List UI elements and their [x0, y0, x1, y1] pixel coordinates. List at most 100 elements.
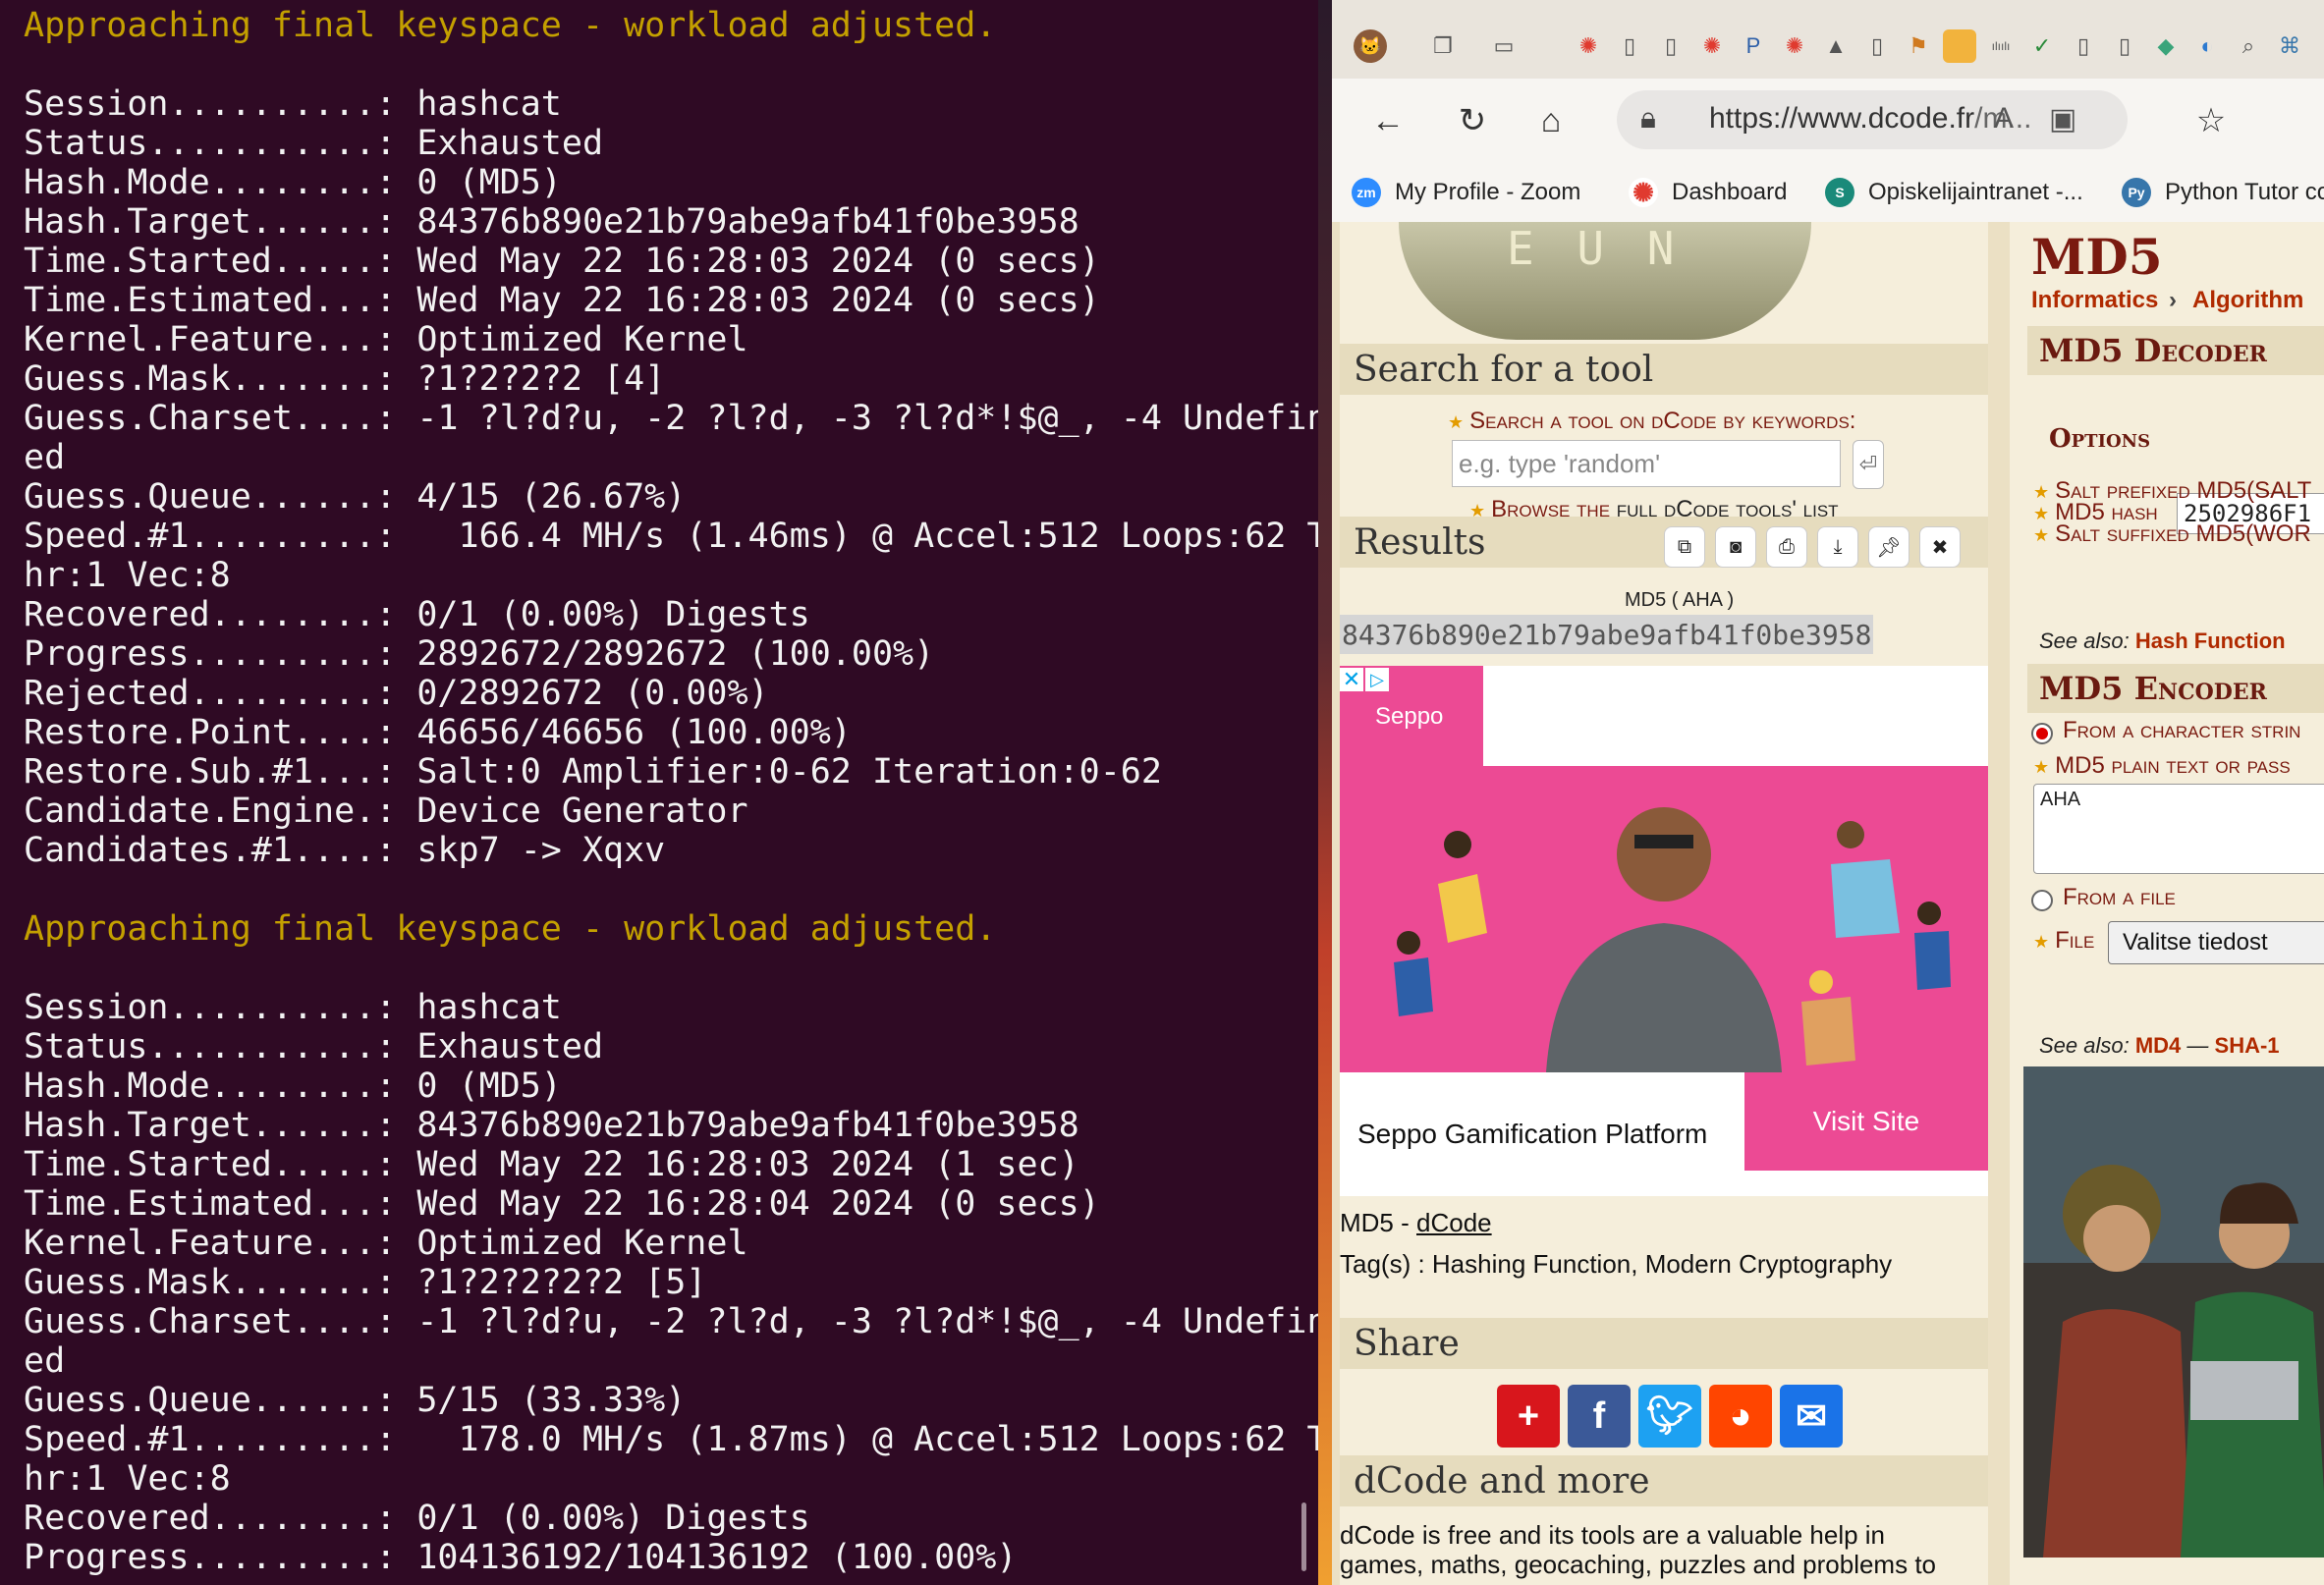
tab-favicon-dashboard-icon[interactable]: ✺ [1695, 29, 1729, 63]
tab-favicon-p-icon[interactable]: P [1737, 29, 1770, 63]
from-string-label[interactable]: From a character strin [2063, 717, 2300, 744]
tab-favicon-diamond-icon[interactable]: ◆ [2149, 29, 2183, 63]
more-section-header: dCode and more [1340, 1455, 1988, 1506]
ad-choices-icon[interactable]: ▷ [1365, 668, 1389, 691]
terminal-line: Guess.Queue......: 5/15 (33.33%) [24, 1381, 687, 1420]
twitter-icon[interactable]: 🐦︎ [1638, 1385, 1701, 1448]
from-file-radio[interactable] [2031, 890, 2053, 911]
from-string-radio[interactable] [2031, 723, 2053, 744]
breadcrumb-informatics[interactable]: Informatics [2031, 287, 2158, 314]
terminal-window[interactable]: Approaching final keyspace - workload ad… [0, 0, 1318, 1585]
favorite-label: Dashboard [1672, 179, 1788, 205]
tab-favicon-flag-icon[interactable]: ⚑ [1902, 29, 1935, 63]
tab-favicon-document-icon[interactable]: ▯ [2108, 29, 2141, 63]
from-file-label[interactable]: From a file [2063, 884, 2176, 911]
tab-favicon-document-icon[interactable]: ▯ [1860, 29, 1894, 63]
star-icon: ★ [2033, 482, 2050, 502]
search-section-header: Search for a tool [1340, 344, 1988, 395]
terminal-line: Status...........: Exhausted [24, 1027, 604, 1066]
terminal-line: Candidates.#1....: skp7 -> Xqxv [24, 831, 666, 870]
favorite-intranet[interactable]: S Opiskelijaintranet -... [1825, 175, 2083, 210]
plain-text-label: MD5 plain text or pass [2055, 752, 2291, 779]
screenshot-icon[interactable]: ◙ [1715, 526, 1756, 568]
tab-favicon-triangle-icon[interactable]: ▲ [1819, 29, 1853, 63]
ad-image[interactable] [1340, 766, 1988, 1072]
plain-text-textarea[interactable]: AHA [2033, 784, 2324, 874]
refresh-icon[interactable]: ↻ [1448, 96, 1497, 145]
advertisement[interactable]: ✕ ▷ Seppo Seppo Gamification Platform Vi… [1340, 666, 1988, 1196]
terminal-line: Rejected.........: 0/2892672 (0.00%) [24, 674, 769, 713]
ad-header: ✕ ▷ Seppo [1340, 666, 1483, 766]
page-content: E U N Search for a tool ★ Search a tool o… [1332, 222, 2324, 1585]
reddit-icon[interactable]: ◕ [1709, 1385, 1772, 1448]
star-icon: ★ [1448, 412, 1465, 432]
pin-icon[interactable]: 📌︎ [1868, 526, 1909, 568]
tab-favicon-dashboard-icon[interactable]: ✺ [1572, 29, 1605, 63]
result-hash[interactable]: 84376b890e21b79abe9afb41f0be3958 [1340, 615, 1874, 654]
read-aloud-icon[interactable]: A [1994, 102, 2014, 136]
terminal-line: Session..........: hashcat [24, 84, 562, 124]
choose-file-button[interactable]: Valitse tiedost [2108, 921, 2324, 964]
workspaces-icon[interactable]: ❐ [1426, 29, 1460, 63]
tab-actions-icon[interactable]: ▭ [1487, 29, 1521, 63]
tab-favicon-circle-icon[interactable]: ◐ [2190, 29, 2224, 63]
see-also-encoder: See also: MD4 — SHA-1 [2039, 1033, 2280, 1059]
tab-favicon-square-icon[interactable] [1943, 29, 1976, 63]
lock-icon[interactable]: 🔒︎ [1640, 102, 1656, 136]
print-icon[interactable]: ⎙ [1766, 526, 1807, 568]
address-url[interactable]: https://www.dcode.fr/m... [1709, 102, 2031, 136]
search-submit-icon[interactable]: ⏎ [1853, 440, 1884, 489]
tab-favicon-check-icon[interactable]: ✓ [2025, 29, 2059, 63]
dcode-logo[interactable]: E U N [1399, 222, 1811, 340]
terminal-line: Session..........: hashcat [24, 988, 562, 1027]
email-icon[interactable]: ✉ [1780, 1385, 1843, 1448]
more-text-line-1: dCode is free and its tools are a valuab… [1340, 1520, 1886, 1550]
terminal-line: ed [24, 438, 66, 477]
address-bar[interactable]: 🔒︎ https://www.dcode.fr/m... A ▣ [1617, 90, 2128, 149]
share-section-header: Share [1340, 1318, 1988, 1369]
ad-visit-button[interactable]: Visit Site [1744, 1072, 1988, 1171]
tab-favicon-dashboard-icon[interactable]: ✺ [1778, 29, 1811, 63]
terminal-scrollbar[interactable] [1301, 1503, 1306, 1571]
favorite-python-tutor[interactable]: Py Python Tutor co [2122, 175, 2324, 210]
tab-favicon-search-icon[interactable]: ⌕ [2232, 29, 2265, 63]
tab-favicon-document-icon[interactable]: ▯ [1654, 29, 1688, 63]
close-icon[interactable]: ✖ [1919, 526, 1961, 568]
facebook-icon[interactable]: f [1568, 1385, 1631, 1448]
main-column: E U N Search for a tool ★ Search a tool o… [1340, 222, 1988, 1585]
copy-icon[interactable]: ⧉ [1664, 526, 1705, 568]
breadcrumb-algorithm[interactable]: Algorithm [2192, 287, 2303, 314]
tab-favicon-document-icon[interactable]: ▯ [1613, 29, 1646, 63]
python-icon: Py [2122, 178, 2151, 207]
see-also-hash-function-link[interactable]: Hash Function [2135, 629, 2286, 653]
ad-close-icon[interactable]: ✕ [1340, 667, 1363, 691]
tab-favicon-document-icon[interactable]: ▯ [2067, 29, 2100, 63]
download-icon[interactable]: ⤓ [1817, 526, 1858, 568]
sidebar-ad-illustration [2023, 1066, 2324, 1558]
share-plus-icon[interactable]: + [1497, 1385, 1560, 1448]
home-icon[interactable]: ⌂ [1526, 96, 1576, 145]
tool-search-input[interactable]: e.g. type 'random' [1452, 440, 1841, 487]
file-label-row: ★ File [2033, 927, 2094, 955]
tool-title: MD5 [2031, 228, 2163, 286]
result-label: MD5 ( AHA ) [1625, 589, 1735, 611]
dcode-home-link[interactable]: dCode [1416, 1208, 1492, 1237]
terminal-line: hr:1 Vec:8 [24, 1459, 231, 1499]
ad-caption[interactable]: Seppo Gamification Platform [1340, 1072, 1752, 1196]
dashboard-icon: ✺ [1629, 178, 1658, 207]
see-also-sha1-link[interactable]: SHA-1 [2215, 1033, 2280, 1058]
tab-favicon-python-icon[interactable]: ⌘ [2273, 29, 2306, 63]
tab-favicon-cisco-icon[interactable]: ılıılı [1984, 29, 2018, 63]
favorite-zoom[interactable]: zm My Profile - Zoom [1352, 175, 1580, 210]
favorite-star-icon[interactable]: ☆ [2186, 96, 2236, 145]
favorite-label: Opiskelijaintranet -... [1868, 179, 2083, 205]
favorite-dashboard[interactable]: ✺ Dashboard [1629, 175, 1787, 210]
salt-suffixed-option[interactable]: ★ Salt suffixed MD5(WOR [2033, 520, 2311, 548]
back-icon[interactable]: ← [1363, 96, 1412, 145]
search-prompt-text: Search a tool on dCode by keywords: [1469, 408, 1856, 434]
profile-avatar-icon[interactable]: 🐱 [1354, 29, 1387, 63]
reader-mode-icon[interactable]: ▣ [2049, 102, 2076, 137]
salt-prefixed-option[interactable]: ★ Salt prefixed MD5(SALT [2033, 477, 2311, 505]
sidebar-ad-photo[interactable] [2023, 1066, 2324, 1558]
see-also-md4-link[interactable]: MD4 [2135, 1033, 2181, 1058]
